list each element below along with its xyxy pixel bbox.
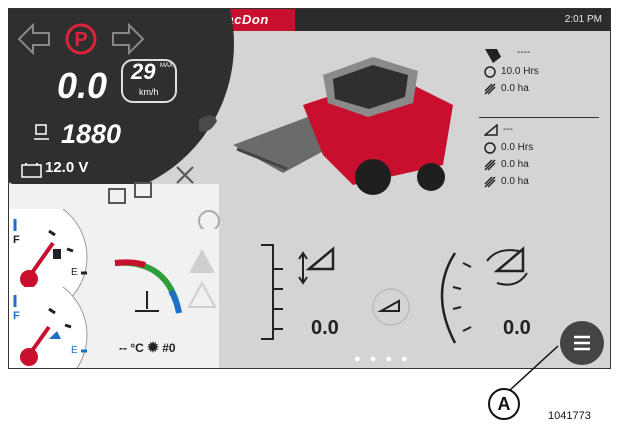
speed-limit-unit: km/h (139, 87, 159, 97)
speed-limit-value: 29 (131, 59, 156, 84)
signal-indicators: P (17, 22, 145, 56)
header-icon (484, 124, 498, 136)
clock: 2:01 PM (564, 14, 602, 25)
service-icon (176, 166, 194, 184)
figure-number: 1041773 (548, 410, 591, 422)
header-height-icon (305, 246, 335, 271)
temperature-icon (135, 291, 159, 312)
ambient-temp: -- °C (119, 341, 144, 355)
coolant-temp-gauge (114, 259, 182, 314)
reel-icon (493, 246, 525, 273)
warning-icons (187, 249, 217, 308)
speed-limit-tag: MAX (160, 63, 174, 69)
area-icon (484, 83, 496, 95)
fan-value: 0 (168, 341, 176, 355)
battery-voltage: 12.0 V (45, 159, 89, 176)
fan-icon: ✹ (147, 339, 159, 355)
svg-text:E: E (71, 345, 78, 356)
reel-speed-value: 0.0 (503, 317, 531, 339)
engine-label: ---- (517, 47, 531, 58)
svg-text:F: F (13, 234, 20, 246)
header-clock-icon (484, 142, 496, 154)
windrower-image (233, 57, 453, 195)
warning-triangle-icon (189, 249, 215, 273)
display-screen: MacDon 2:01 PM P 0.0 29 km/h MAX 1880 12… (8, 8, 611, 369)
callout-a: A (488, 388, 520, 420)
header-height-value: 0.0 (311, 317, 339, 339)
engine-area: 0.0 ha (501, 83, 529, 94)
page-indicator[interactable]: ● ● ● ● (354, 353, 411, 365)
header-label: --- (503, 124, 513, 135)
status-strip: -- °C ✹ #0 (119, 339, 176, 356)
info-divider (479, 117, 599, 118)
fan-prefix-icon: # (162, 341, 169, 355)
header-area-2: 0.0 ha (501, 176, 529, 187)
left-turn-icon (17, 22, 50, 56)
fuel-icon (53, 249, 61, 259)
engine-icon (485, 49, 501, 63)
header-hours: 0.0 Hrs (501, 142, 534, 153)
header-area2-icon (484, 176, 496, 188)
header-tilt-button[interactable] (371, 287, 411, 327)
settings-icon (198, 210, 220, 229)
svg-text:F: F (13, 310, 20, 322)
battery-icon (21, 163, 42, 178)
reel-speed-gauge[interactable] (427, 243, 557, 353)
clock-icon (484, 66, 496, 78)
ground-speed: 0.0 (57, 65, 108, 106)
header-area-icon (484, 159, 496, 171)
engine-rpm: 1880 (61, 119, 122, 149)
indicator-icons (176, 115, 220, 229)
right-turn-icon (112, 22, 145, 56)
svg-text:E: E (71, 267, 78, 278)
leaf-icon (199, 115, 217, 132)
engine-hours: 10.0 Hrs (501, 66, 539, 77)
header-area-1: 0.0 ha (501, 159, 529, 170)
caution-triangle-icon (187, 280, 217, 308)
engine-rpm-icon (34, 124, 49, 140)
def-gauge: F E (9, 287, 88, 368)
svg-text:P: P (74, 29, 87, 51)
